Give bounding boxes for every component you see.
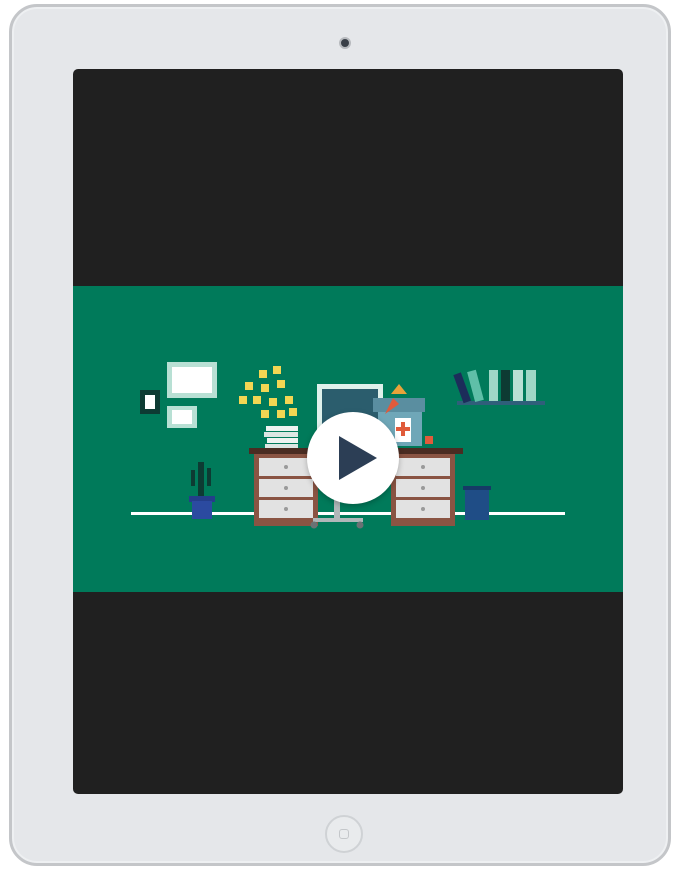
front-camera-icon [339, 37, 351, 49]
cactus-illustration [189, 462, 215, 519]
video-player[interactable] [73, 286, 623, 592]
tablet-device-frame [9, 4, 671, 866]
play-icon [339, 436, 377, 480]
play-button[interactable] [307, 412, 399, 504]
sticky-notes-illustration [239, 366, 297, 418]
home-button[interactable] [325, 815, 363, 853]
home-button-icon [339, 829, 349, 839]
wall-frames-illustration [140, 362, 217, 428]
paper-stack-illustration [264, 426, 298, 449]
trash-bin-illustration [463, 486, 491, 520]
tablet-screen [73, 69, 623, 794]
bookshelf-illustration [453, 369, 545, 405]
